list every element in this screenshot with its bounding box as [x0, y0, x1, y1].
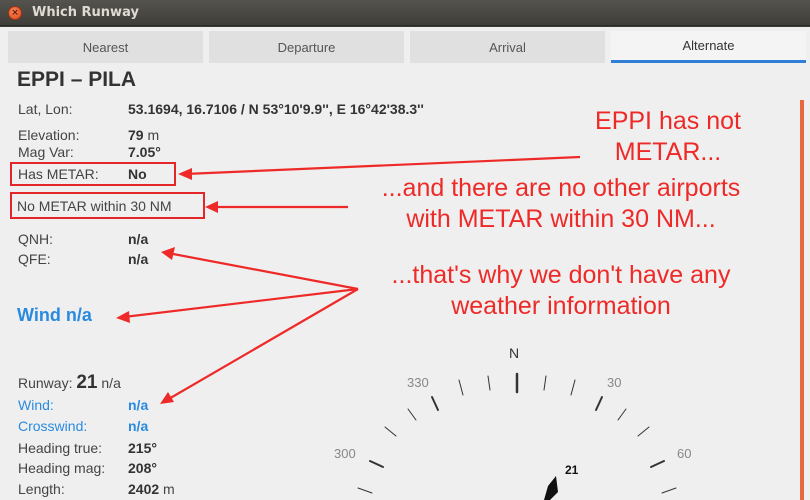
annotation-no-weather-line1: ...that's why we don't have any [391, 261, 731, 289]
compass-label-60: 60 [677, 446, 692, 461]
runway-marker-icon [544, 476, 558, 500]
annotation-no-weather-line2: weather information [451, 292, 671, 320]
annotation-no-other-airports-line2: with METAR within 30 NM... [406, 205, 716, 233]
runway-marker-label: 21 [565, 463, 579, 477]
compass-label-300: 300 [334, 446, 356, 461]
compass-north-label: N [509, 345, 520, 361]
annotation-no-other-airports: ...and there are no other airports with … [346, 173, 776, 235]
compass-label-330: 330 [407, 375, 429, 390]
compass-rose [357, 372, 677, 500]
annotation-no-weather: ...that's why we don't have any weather … [356, 260, 766, 322]
annotation-no-metar: EPPI has not METAR... [578, 106, 758, 168]
annotation-no-metar-line2: METAR... [614, 138, 722, 166]
compass-label-30: 30 [607, 375, 622, 390]
annotation-no-other-airports-line1: ...and there are no other airports [381, 174, 741, 202]
annotation-no-metar-line1: EPPI has not [595, 107, 741, 135]
annotation-overlay [116, 155, 677, 500]
